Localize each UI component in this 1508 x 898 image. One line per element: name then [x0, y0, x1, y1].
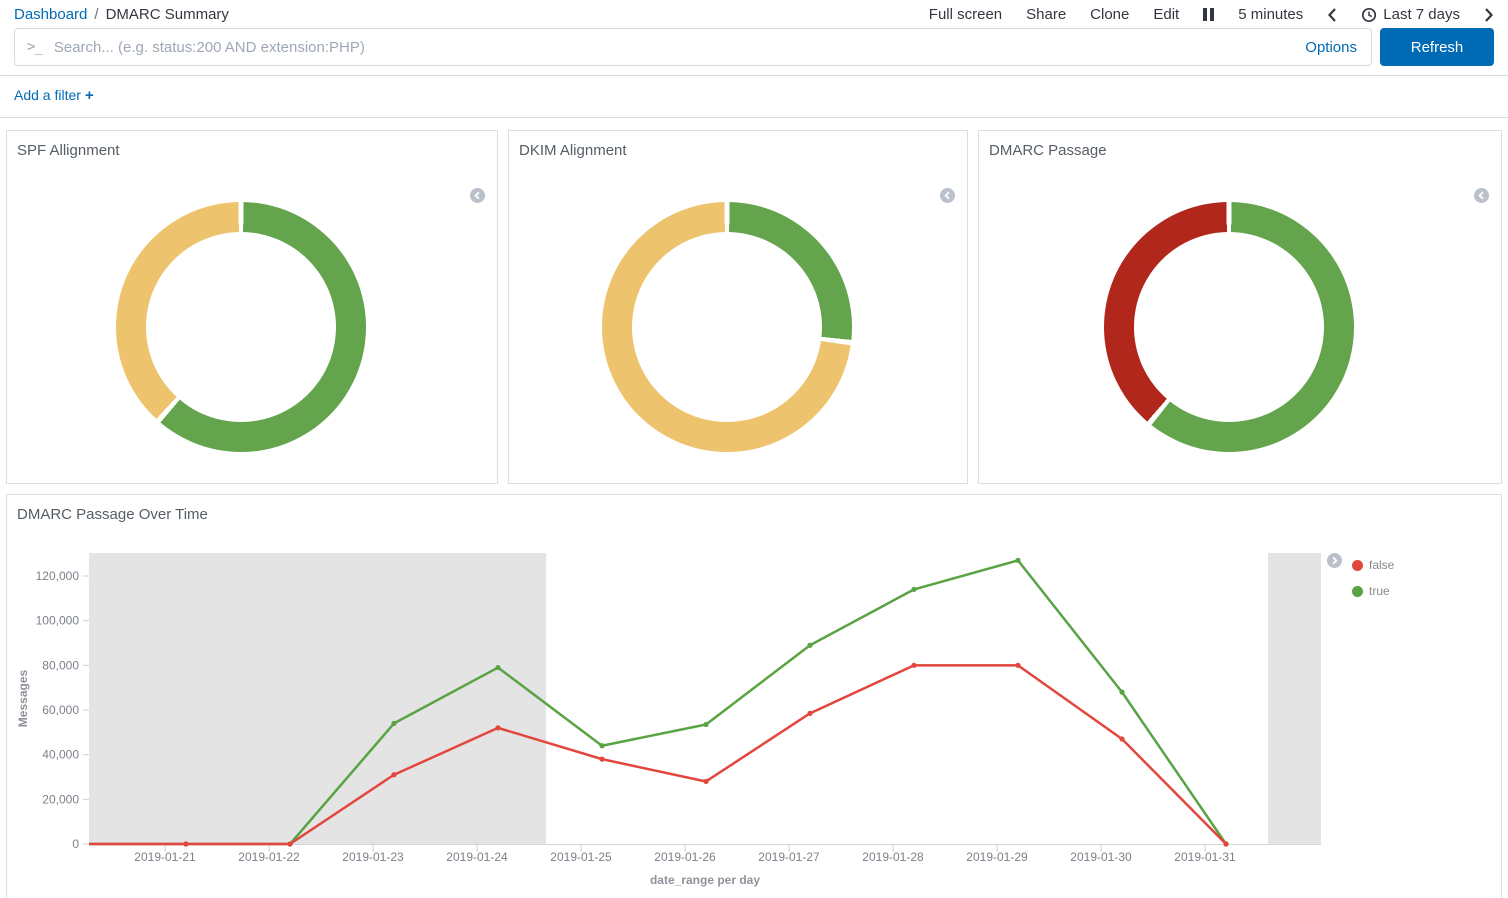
clock-icon [1361, 7, 1377, 23]
refresh-interval-button[interactable]: 5 minutes [1238, 6, 1303, 23]
legend-item-false[interactable]: false [1352, 552, 1394, 578]
svg-text:Messages: Messages [16, 669, 30, 727]
svg-text:40,000: 40,000 [42, 748, 79, 762]
line-chart-dmarc-over-time[interactable]: 0 20,000 40,000 60,000 80,000 100,000 120,000 2… [7, 495, 1503, 895]
svg-text:20,000: 20,000 [42, 792, 79, 806]
add-filter-label: Add a filter [14, 87, 81, 103]
query-bar: >_ Options Refresh [0, 25, 1508, 76]
time-range-picker[interactable]: Last 7 days [1361, 6, 1460, 23]
search-box: >_ Options [14, 28, 1372, 66]
donut-hole [1134, 232, 1324, 422]
donut-row: SPF Allignment DKIM Alignment DMARC Pass… [6, 130, 1502, 484]
donut-chart-spf[interactable] [116, 202, 366, 452]
panel-dkim-alignment: DKIM Alignment [508, 130, 968, 484]
filter-bar: Add a filter+ [0, 76, 1508, 118]
search-input[interactable] [54, 39, 1295, 56]
share-button[interactable]: Share [1026, 6, 1066, 23]
donut-chart-dkim[interactable] [602, 202, 852, 452]
legend-toggle-icon[interactable] [1327, 553, 1342, 568]
svg-text:2019-01-31: 2019-01-31 [1174, 850, 1236, 864]
svg-text:80,000: 80,000 [42, 658, 79, 672]
edit-button[interactable]: Edit [1153, 6, 1179, 23]
svg-text:60,000: 60,000 [42, 703, 79, 717]
pause-icon[interactable] [1203, 8, 1214, 21]
breadcrumb-separator: / [94, 6, 98, 23]
full-screen-button[interactable]: Full screen [929, 6, 1002, 23]
add-filter-link[interactable]: Add a filter+ [14, 87, 94, 103]
panel-title: SPF Allignment [7, 131, 497, 159]
chevron-right-icon [1484, 8, 1494, 22]
clone-button[interactable]: Clone [1090, 6, 1129, 23]
time-forward-button[interactable] [1484, 8, 1494, 22]
legend-label: true [1369, 584, 1390, 598]
legend-toggle-icon[interactable] [940, 188, 955, 203]
options-link[interactable]: Options [1305, 39, 1357, 56]
legend-toggle-icon[interactable] [1474, 188, 1489, 203]
panel-dmarc-over-time: 0 20,000 40,000 60,000 80,000 100,000 120,000 2… [6, 494, 1502, 898]
svg-text:2019-01-26: 2019-01-26 [654, 850, 716, 864]
panel-title: DMARC Passage [979, 131, 1501, 159]
svg-text:2019-01-24: 2019-01-24 [446, 850, 508, 864]
svg-text:2019-01-21: 2019-01-21 [134, 850, 196, 864]
terminal-prompt-icon: >_ [27, 39, 42, 55]
panel-title: DMARC Passage Over Time [7, 495, 1501, 523]
legend-item-true[interactable]: true [1352, 578, 1394, 604]
panel-dmarc-passage: DMARC Passage [978, 130, 1502, 484]
breadcrumb: Dashboard / DMARC Summary [14, 6, 229, 23]
svg-text:2019-01-27: 2019-01-27 [758, 850, 820, 864]
refresh-button[interactable]: Refresh [1380, 28, 1494, 66]
svg-text:2019-01-23: 2019-01-23 [342, 850, 404, 864]
donut-chart-dmarc[interactable] [1104, 202, 1354, 452]
svg-text:2019-01-25: 2019-01-25 [550, 850, 612, 864]
breadcrumb-current: DMARC Summary [106, 6, 229, 23]
chart-legend: false true [1327, 552, 1394, 604]
svg-text:date_range per day: date_range per day [650, 873, 760, 887]
legend-dot-true [1352, 586, 1363, 597]
svg-text:2019-01-28: 2019-01-28 [862, 850, 924, 864]
chevron-left-icon [1327, 8, 1337, 22]
time-range-label: Last 7 days [1383, 6, 1460, 23]
legend-toggle-icon[interactable] [470, 188, 485, 203]
plus-icon: + [85, 87, 94, 104]
donut-hole [632, 232, 822, 422]
legend-label: false [1369, 558, 1394, 572]
time-back-button[interactable] [1327, 8, 1337, 22]
breadcrumb-dashboard-link[interactable]: Dashboard [14, 6, 87, 23]
svg-text:100,000: 100,000 [36, 614, 80, 628]
svg-text:2019-01-29: 2019-01-29 [966, 850, 1028, 864]
top-nav: Dashboard / DMARC Summary Full screen Sh… [0, 0, 1508, 25]
svg-text:2019-01-30: 2019-01-30 [1070, 850, 1132, 864]
donut-hole [146, 232, 336, 422]
svg-text:2019-01-22: 2019-01-22 [238, 850, 300, 864]
dashboard-grid: SPF Allignment DKIM Alignment DMARC Pass… [0, 118, 1508, 898]
nav-actions: Full screen Share Clone Edit 5 minutes L… [929, 6, 1494, 23]
svg-text:120,000: 120,000 [36, 569, 80, 583]
panel-spf-allignment: SPF Allignment [6, 130, 498, 484]
panel-title: DKIM Alignment [509, 131, 967, 159]
legend-dot-false [1352, 560, 1363, 571]
svg-text:0: 0 [72, 837, 79, 851]
